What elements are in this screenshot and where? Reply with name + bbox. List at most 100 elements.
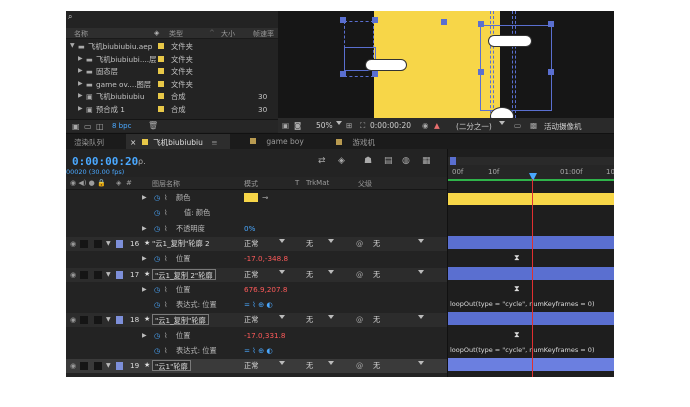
parent-select[interactable]: 无 <box>373 315 380 325</box>
preview-icon[interactable]: ▣ <box>282 121 289 130</box>
blend-mode-select[interactable]: 正常 <box>244 315 258 325</box>
new-folder-icon[interactable]: ▭ <box>84 122 92 131</box>
handle[interactable] <box>548 69 554 75</box>
blend-mode-dropdown-icon[interactable] <box>279 269 285 274</box>
property-row[interactable]: ▶ ◷ ⌇ 不透明度 0% <box>66 222 447 236</box>
expression-text[interactable]: loopOut(type = "cycle", numKeyframes = 0… <box>450 346 594 354</box>
blend-mode-select[interactable]: 正常 <box>244 361 258 371</box>
col-rate[interactable]: 帧速率 <box>253 29 274 39</box>
visibility-icon[interactable]: ◉ <box>70 361 76 370</box>
keyframe-icon[interactable]: ⧗ <box>514 284 520 294</box>
resolution-dropdown-icon[interactable] <box>499 121 505 125</box>
handle[interactable] <box>478 69 484 75</box>
expand-arrow-icon[interactable]: ▶ <box>78 105 83 112</box>
expression-field[interactable]: loopOut(type = "cycle", numKeyframes = 0… <box>448 344 614 356</box>
project-item[interactable]: ▶ ▬ game ov....图层 文件夹 <box>66 78 278 90</box>
property-row[interactable]: ▶ ◷ ⌇ 位置 676.9,207.8 <box>66 283 447 297</box>
layer-duration-bar[interactable] <box>448 235 614 249</box>
work-area-bar[interactable] <box>448 157 614 165</box>
graph-icon[interactable]: ⌇ <box>164 331 168 340</box>
handle[interactable] <box>478 21 484 27</box>
expand-arrow-icon[interactable]: ▶ <box>142 255 147 262</box>
col-layer-name[interactable]: 图层名称 <box>152 179 180 189</box>
stopwatch-icon[interactable]: ◷ <box>154 300 160 309</box>
layer-name[interactable]: "云1_复制"轮廓 2 <box>152 239 210 249</box>
expand-arrow-icon[interactable]: ▼ <box>70 42 75 49</box>
blend-mode-dropdown-icon[interactable] <box>279 315 285 320</box>
property-row[interactable]: ◷ ⌇ 表达式: 位置 = ⌇ ⊕ ◐ <box>66 298 447 312</box>
layer-row[interactable]: ◉ ▼ 19 ★ "云1"轮廓 正常 无 @ 无 <box>66 359 447 374</box>
expand-arrow-icon[interactable]: ▶ <box>78 67 83 74</box>
expand-arrow-icon[interactable]: ▶ <box>142 225 147 232</box>
label-color-swatch[interactable] <box>158 93 164 100</box>
col-trkmat[interactable]: TrkMat <box>306 179 329 187</box>
transparency-icon[interactable]: ▩ <box>530 121 537 130</box>
color-channel-icon[interactable]: ▲ <box>434 121 440 130</box>
layer-label-color[interactable] <box>116 362 123 371</box>
solo-toggle[interactable] <box>80 362 88 371</box>
tab-render-queue[interactable]: 渲染队列 <box>66 134 112 150</box>
project-search-icon[interactable]: ⌕ <box>68 12 82 24</box>
trkmat-select[interactable]: 无 <box>306 239 313 249</box>
tab-menu-icon[interactable]: ≡ <box>211 138 217 147</box>
layer-duration-bar[interactable] <box>448 358 614 372</box>
trkmat-select[interactable]: 无 <box>306 270 313 280</box>
layer-row[interactable]: ◉ ▼ 18 ★ "云1_复制"轮廓 正常 无 @ 无 <box>66 313 447 328</box>
expand-arrow-icon[interactable]: ▶ <box>78 55 83 62</box>
project-item[interactable]: ▶ ▣ 预合成 1 合成 30 <box>66 103 278 115</box>
graph-icon[interactable]: ⌇ <box>164 346 168 355</box>
keyframe-icon[interactable]: ⧗ <box>514 253 520 263</box>
trkmat-select[interactable]: 无 <box>306 315 313 325</box>
stopwatch-icon[interactable]: ◷ <box>154 285 160 294</box>
project-item[interactable]: ▶ ▬ 固态层 文件夹 <box>66 65 278 77</box>
property-value[interactable]: 676.9,207.8 <box>244 285 287 294</box>
comp-mini-flowchart-icon[interactable]: ⇄ <box>318 156 326 166</box>
expand-arrow-icon[interactable]: ▶ <box>78 92 83 99</box>
expression-text[interactable]: loopOut(type = "cycle", numKeyframes = 0… <box>450 300 594 308</box>
layer-label-color[interactable] <box>116 270 123 279</box>
property-row[interactable]: ▶ ◷ ⌇ 颜色 ⊸ <box>66 191 447 205</box>
handle[interactable] <box>372 17 378 23</box>
work-area-start[interactable] <box>450 157 456 165</box>
col-name[interactable]: 名称 <box>74 29 88 39</box>
project-item[interactable]: ▶ ▬ 飞机biubiubi....层 文件夹 <box>66 53 278 65</box>
resolution-select[interactable]: (二分之一) <box>456 121 492 132</box>
stopwatch-icon[interactable]: ◷ <box>154 254 160 263</box>
lock-toggle[interactable] <box>94 316 102 325</box>
expand-arrow-icon[interactable]: ▼ <box>106 362 111 369</box>
parent-select[interactable]: 无 <box>373 239 380 249</box>
layer-duration-bar[interactable] <box>448 312 614 326</box>
handle[interactable] <box>372 71 378 77</box>
lock-toggle[interactable] <box>94 239 102 248</box>
pickwhip-icon[interactable]: @ <box>356 361 363 370</box>
property-row[interactable]: ▶◷⌇位置746.3,633.2 <box>66 375 447 378</box>
visibility-icon[interactable]: ◉ <box>70 239 76 248</box>
frame-blending-icon[interactable]: ▤ <box>384 156 393 166</box>
trkmat-dropdown-icon[interactable] <box>328 361 334 366</box>
blend-mode-select[interactable]: 正常 <box>244 239 258 249</box>
layer-duration-bar[interactable] <box>448 266 614 280</box>
layer-name[interactable]: "云1"轮廓 <box>152 360 191 372</box>
zoom-dropdown-icon[interactable] <box>336 121 342 125</box>
trkmat-dropdown-icon[interactable] <box>328 269 334 274</box>
col-mode[interactable]: 模式 <box>244 179 258 189</box>
stopwatch-icon[interactable]: ◷ <box>154 208 160 217</box>
layer-name[interactable]: "云1_复制"轮廓 <box>152 314 209 326</box>
composition-viewer[interactable] <box>278 11 614 118</box>
property-row[interactable]: ▶ ◷ ⌇ 位置 -17.0,331.8 <box>66 329 447 343</box>
expand-arrow-icon[interactable]: ▶ <box>78 80 83 87</box>
color-swatch[interactable] <box>244 193 258 202</box>
tab-close-icon[interactable]: × <box>130 138 136 147</box>
zoom-value[interactable]: 50% <box>316 121 333 130</box>
expand-arrow-icon[interactable]: ▶ <box>142 332 147 339</box>
layer-row[interactable]: ◉ ▼ 16 ★ "云1_复制"轮廓 2 正常 无 @ 无 <box>66 236 447 251</box>
property-value[interactable]: -17.0,331.8 <box>244 331 285 340</box>
parent-dropdown-icon[interactable] <box>418 361 424 366</box>
stopwatch-icon[interactable]: ◷ <box>154 224 160 233</box>
color-keyframe-bar[interactable] <box>448 193 614 205</box>
new-comp-icon[interactable]: ◫ <box>96 122 104 131</box>
eyedropper-icon[interactable]: ⊸ <box>262 193 268 202</box>
parent-dropdown-icon[interactable] <box>418 269 424 274</box>
camera-icon[interactable]: ◉ <box>422 121 429 130</box>
trkmat-dropdown-icon[interactable] <box>328 238 334 243</box>
